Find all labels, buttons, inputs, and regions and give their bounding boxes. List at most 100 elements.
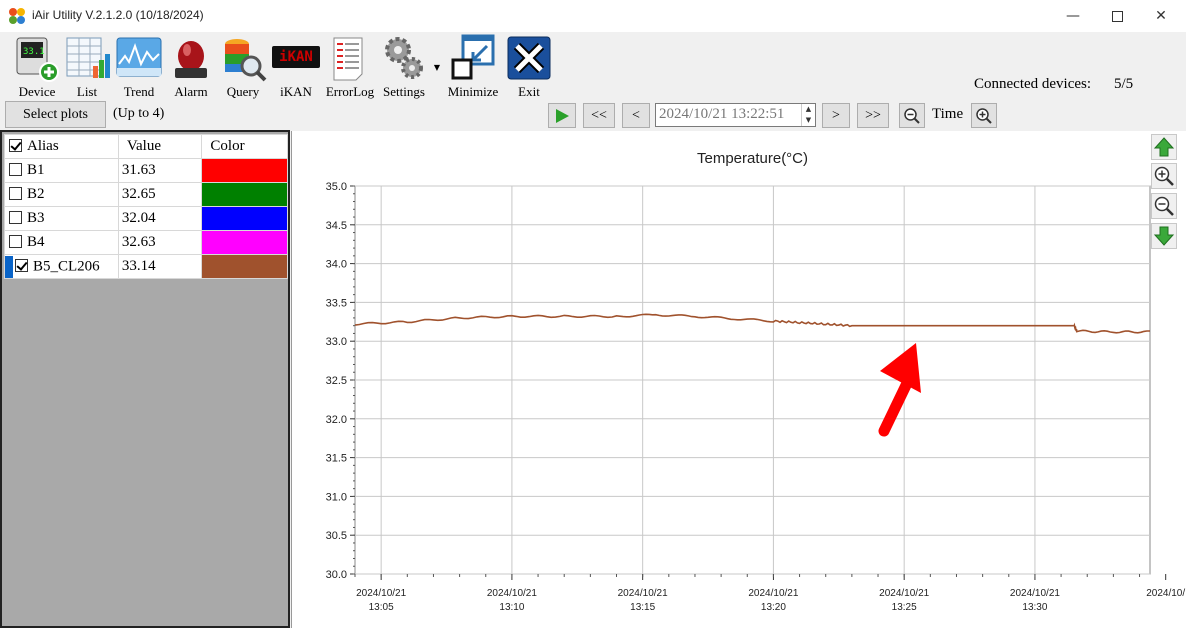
- connected-devices-label: Connected devices:: [974, 76, 1092, 92]
- caret-down-icon: ▼: [433, 63, 441, 72]
- table-row[interactable]: B4 32.63: [4, 230, 288, 255]
- x-tick-time-label: 13:20: [761, 602, 786, 613]
- alarm-button[interactable]: Alarm: [166, 34, 216, 99]
- minimize-button[interactable]: Minimize: [446, 34, 500, 99]
- window-maximize-button[interactable]: [1094, 0, 1140, 32]
- time-zoom-in-button[interactable]: [971, 103, 997, 128]
- chart-title: Temperature(°C): [697, 150, 808, 167]
- scroll-up-button[interactable]: [1151, 134, 1177, 160]
- datetime-picker[interactable]: 2024/10/21 13:22:51 ▲ ▼: [655, 103, 816, 127]
- close-icon: ✕: [1155, 8, 1167, 24]
- header-value: Value: [117, 134, 203, 159]
- next-button[interactable]: >: [822, 103, 850, 128]
- trend-button[interactable]: Trend: [114, 34, 164, 99]
- exit-button[interactable]: Exit: [504, 34, 554, 99]
- row-checkbox[interactable]: [9, 187, 22, 200]
- value-cell: 32.04: [117, 206, 203, 231]
- alias-cell[interactable]: B4: [4, 230, 119, 255]
- alias-cell[interactable]: B3: [4, 206, 119, 231]
- connected-devices: Connected devices: 5/5: [974, 76, 1133, 93]
- row-checkbox[interactable]: [15, 258, 28, 272]
- play-button[interactable]: [548, 103, 576, 128]
- last-button[interactable]: >>: [857, 103, 889, 128]
- select-plots-button[interactable]: Select plots: [5, 101, 106, 128]
- y-tick-label: 32.5: [326, 375, 347, 387]
- color-swatch[interactable]: [201, 230, 288, 255]
- row-checkbox[interactable]: [9, 211, 22, 224]
- zoom-out-icon: [1154, 196, 1174, 216]
- alias-text: B3: [27, 210, 45, 226]
- x-tick-time-label: 13:05: [369, 602, 394, 613]
- table-row[interactable]: B3 32.04: [4, 206, 288, 231]
- table-header-row: Alias Value Color: [4, 134, 288, 159]
- minimize-label: Minimize: [447, 84, 499, 99]
- zoom-in-icon: [1154, 166, 1174, 186]
- device-button[interactable]: 33.1 Device: [10, 34, 64, 99]
- x-tick-date-label: 2024/10/: [1146, 588, 1185, 599]
- query-button[interactable]: Query: [218, 34, 268, 99]
- y-tick-label: 33.0: [326, 336, 347, 348]
- value-cell: 32.65: [117, 182, 203, 207]
- y-tick-label: 33.5: [326, 297, 347, 309]
- list-button[interactable]: List: [62, 34, 112, 99]
- alias-cell[interactable]: B1: [4, 158, 119, 183]
- alias-cell[interactable]: B5_CL206: [4, 254, 119, 279]
- temperature-chart[interactable]: Temperature(°C) 30.0 30.5 31.0 31.5 32.0 32.5 3…: [292, 131, 1186, 628]
- y-tick-label: 34.5: [326, 220, 347, 232]
- color-swatch[interactable]: [201, 206, 288, 231]
- scroll-down-button[interactable]: [1151, 223, 1177, 249]
- window-close-button[interactable]: ✕: [1138, 0, 1184, 32]
- first-button[interactable]: <<: [583, 103, 615, 128]
- table-row[interactable]: B2 32.65: [4, 182, 288, 207]
- chart-zoom-out-button[interactable]: [1151, 193, 1177, 219]
- x-tick-date-label: 2024/10/21: [487, 588, 537, 599]
- time-label: Time: [932, 106, 964, 122]
- list-icon: [63, 34, 111, 82]
- trend-icon: [115, 34, 163, 82]
- x-tick-date-label: 2024/10/21: [1010, 588, 1060, 599]
- color-swatch[interactable]: [201, 182, 288, 207]
- alias-text: B4: [27, 234, 45, 250]
- table-row-selected[interactable]: B5_CL206 33.14: [4, 254, 288, 279]
- y-tick-label: 30.0: [326, 569, 347, 581]
- ikan-button[interactable]: iKAN iKAN: [272, 34, 320, 99]
- table-row[interactable]: B1 31.63: [4, 158, 288, 183]
- value-cell: 32.63: [117, 230, 203, 255]
- row-checkbox[interactable]: [9, 235, 22, 248]
- errorlog-button[interactable]: ErrorLog: [324, 34, 376, 99]
- settings-dropdown[interactable]: ▼: [431, 58, 443, 122]
- device-table: Alias Value Color B1 31.63 B2 32.65 B3 3…: [4, 134, 288, 279]
- y-tick-label: 31.0: [326, 491, 347, 503]
- errorlog-label: ErrorLog: [325, 84, 375, 99]
- alias-cell[interactable]: B2: [4, 182, 119, 207]
- play-icon: [556, 108, 569, 123]
- x-tick-time-label: 13:10: [499, 602, 524, 613]
- device-list-panel: Alias Value Color B1 31.63 B2 32.65 B3 3…: [0, 130, 290, 628]
- x-tick-date-label: 2024/10/21: [356, 588, 406, 599]
- settings-button[interactable]: Settings: [380, 34, 428, 99]
- svg-text:33.1: 33.1: [23, 47, 45, 57]
- alias-text: B5_CL206: [33, 257, 100, 274]
- previous-button[interactable]: <: [622, 103, 650, 128]
- color-swatch[interactable]: [201, 158, 288, 183]
- spin-up-icon: ▲: [805, 105, 812, 113]
- y-tick-label: 30.5: [326, 530, 347, 542]
- row-selection-marker: [5, 255, 13, 278]
- header-color: Color: [201, 134, 288, 159]
- window-title: iAir Utility V.2.1.2.0 (10/18/2024): [32, 8, 204, 22]
- color-swatch[interactable]: [201, 254, 288, 279]
- x-tick-date-label: 2024/10/21: [748, 588, 798, 599]
- chart-zoom-in-button[interactable]: [1151, 163, 1177, 189]
- header-alias: Alias: [27, 138, 59, 154]
- zoom-out-icon: [904, 107, 920, 124]
- time-zoom-out-button[interactable]: [899, 103, 925, 128]
- settings-icon: [380, 34, 428, 82]
- device-icon: 33.1: [13, 34, 61, 82]
- window-minimize-button[interactable]: —: [1050, 0, 1096, 32]
- header-alias-cell[interactable]: Alias: [4, 134, 119, 159]
- datetime-spinner[interactable]: ▲ ▼: [801, 104, 815, 126]
- app-icon: [9, 8, 25, 24]
- errorlog-icon: [326, 34, 374, 82]
- select-all-checkbox[interactable]: [9, 139, 22, 152]
- row-checkbox[interactable]: [9, 163, 22, 176]
